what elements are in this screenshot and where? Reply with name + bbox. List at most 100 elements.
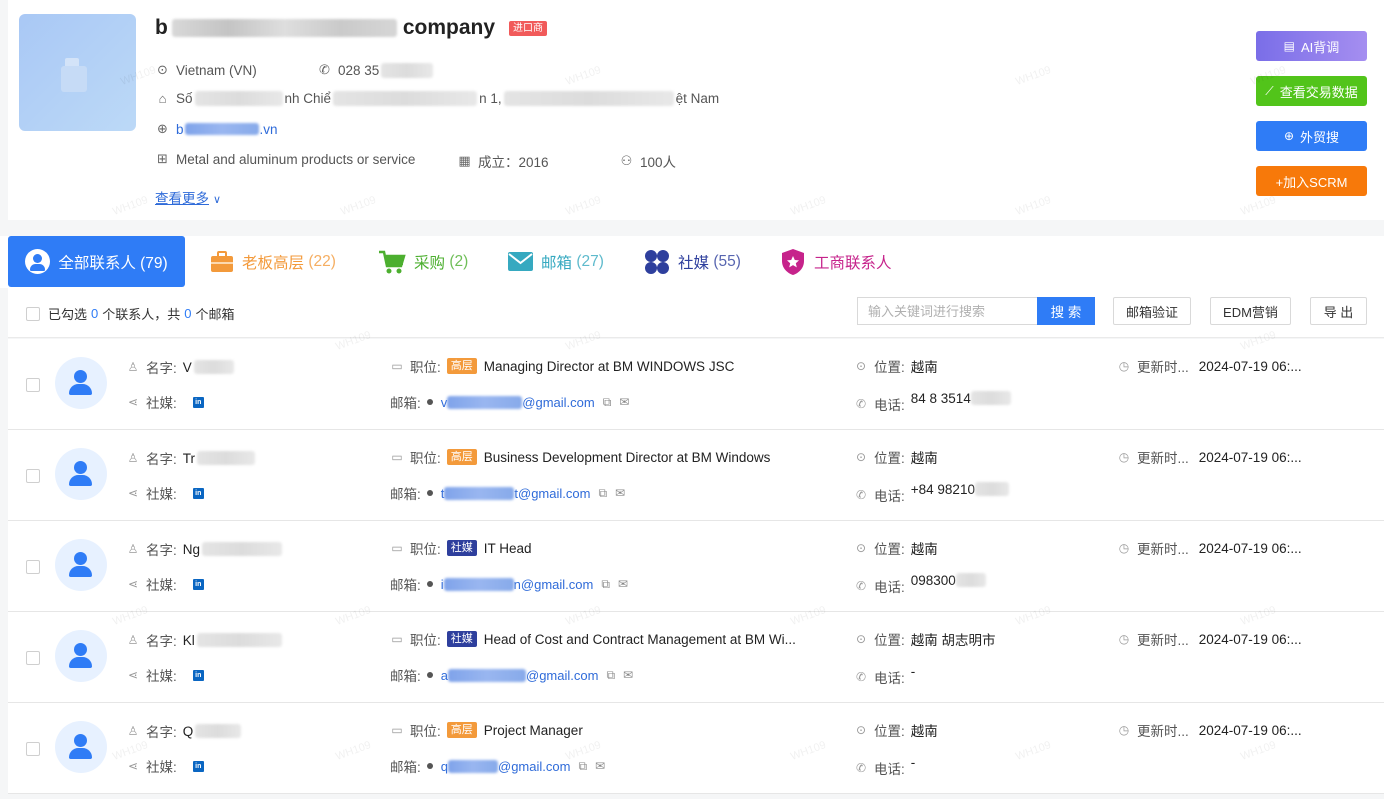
contact-position: ▭ 职位: 高层 Managing Director at BM WINDOWS…: [391, 358, 735, 375]
view-trade-data-button[interactable]: ⟋ 查看交易数据: [1256, 76, 1367, 106]
row-checkbox[interactable]: [26, 742, 40, 756]
phone-icon: ✆: [855, 761, 867, 775]
tab-business-contacts[interactable]: 工商联系人: [780, 236, 892, 287]
contact-social: ⋖ 社媒: in: [126, 574, 204, 594]
copy-icon[interactable]: ⧉: [603, 395, 612, 410]
search-input[interactable]: [857, 297, 1037, 325]
contact-name: ♙ 名字: Ng: [126, 539, 283, 559]
redacted-text: [447, 395, 523, 409]
redacted-text: [444, 486, 515, 500]
row-checkbox[interactable]: [26, 469, 40, 483]
tab-executives[interactable]: 老板高层 (22): [210, 236, 336, 287]
document-icon: ▤: [1283, 39, 1296, 53]
contact-email: 邮箱: a @gmail.com ⧉ ✉: [390, 667, 634, 685]
company-card: b company 进口商 ⊙ Vietnam (VN) ✆ 028 35 ⌂ …: [8, 0, 1384, 220]
tab-all-contacts[interactable]: 全部联系人 (79): [8, 236, 185, 287]
contact-location: ⊙ 位置: 越南: [855, 450, 938, 466]
line-chart-icon: ⟋: [1265, 83, 1274, 98]
redacted-text: [202, 542, 283, 556]
clock-icon: ◷: [1118, 632, 1130, 646]
contact-location: ⊙ 位置: 越南 胡志明市: [855, 632, 996, 648]
mail-icon[interactable]: ✉: [615, 486, 625, 500]
row-checkbox[interactable]: [26, 651, 40, 665]
linkedin-icon[interactable]: in: [192, 578, 204, 590]
mail-icon[interactable]: ✉: [623, 668, 633, 682]
company-address: ⌂ Số nh Chiể n 1, ệt Nam: [156, 91, 719, 106]
contact-location: ⊙ 位置: 越南: [855, 359, 938, 375]
contact-position: ▭ 职位: 高层 Project Manager: [391, 722, 583, 739]
tab-email[interactable]: 邮箱 (27): [508, 236, 604, 287]
redacted-text: [448, 759, 498, 773]
status-dot: [426, 399, 433, 405]
position-badge: 高层: [446, 722, 477, 738]
contact-email: 邮箱: i n@gmail.com ⧉ ✉: [390, 576, 628, 594]
selection-summary: 已勾选 0 个联系人，共 0 个邮箱: [26, 304, 235, 323]
status-dot: [426, 581, 433, 587]
phone-icon: ✆: [319, 62, 330, 77]
keyword-search: 搜 索: [857, 297, 1095, 325]
add-to-scrm-button[interactable]: +加入SCRM: [1256, 166, 1367, 196]
avatar: [55, 539, 107, 591]
globe-icon: ⊕: [1283, 129, 1295, 143]
location-pin-icon: ⊙: [855, 450, 867, 464]
redacted-text: [184, 123, 259, 135]
company-logo: [19, 14, 136, 131]
location-pin-icon: ⊙: [855, 359, 867, 373]
contact-phone: ✆ 电话: -: [855, 754, 916, 778]
company-founded: ▦ 成立：2016: [458, 153, 549, 170]
user-icon: ♙: [127, 724, 139, 738]
ai-background-check-button[interactable]: ▤ AI背调: [1256, 31, 1367, 61]
email-verify-button[interactable]: 邮箱验证: [1113, 297, 1191, 325]
mail-icon[interactable]: ✉: [618, 577, 628, 591]
id-card-icon: ▭: [391, 541, 403, 555]
copy-icon[interactable]: ⧉: [601, 577, 610, 592]
contacts-toolbar: 已勾选 0 个联系人，共 0 个邮箱 搜 索 邮箱验证 EDM营销 导 出: [8, 288, 1384, 338]
chevron-down-icon: ∨: [213, 194, 222, 206]
contact-email: 邮箱: v @gmail.com ⧉ ✉: [390, 394, 630, 412]
mail-icon[interactable]: ✉: [619, 395, 629, 409]
phone-icon: ✆: [855, 670, 867, 684]
redacted-text: [195, 724, 242, 738]
contact-phone: ✆ 电话: +84 98210: [854, 482, 1009, 505]
redacted-text: [381, 62, 434, 78]
linkedin-icon[interactable]: in: [192, 669, 204, 681]
copy-icon[interactable]: ⧉: [606, 668, 615, 683]
contact-row: ♙ 名字: Ng ⋖ 社媒: in ▭ 职位: 社媒 IT Head 邮箱: i…: [8, 521, 1384, 612]
company-country: ⊙ Vietnam (VN): [157, 62, 257, 78]
calendar-icon: ▦: [458, 153, 471, 168]
contact-name: ♙ 名字: V: [126, 357, 234, 377]
linkedin-icon[interactable]: in: [192, 396, 204, 408]
see-more-link[interactable]: 查看更多 ∨: [155, 187, 221, 207]
trade-search-button[interactable]: ⊕ 外贸搜: [1256, 121, 1367, 151]
share-icon: ⋖: [127, 759, 139, 773]
avatar: [55, 630, 107, 682]
four-circles-icon: [644, 249, 670, 275]
select-all-checkbox[interactable]: [26, 306, 40, 321]
contact-email: 邮箱: q @gmail.com ⧉ ✉: [390, 758, 606, 776]
linkedin-icon[interactable]: in: [192, 760, 204, 772]
tab-procurement[interactable]: 采购 (2): [378, 236, 468, 287]
location-pin-icon: ⊙: [855, 723, 867, 737]
redacted-text: [197, 451, 256, 465]
redacted-text: [194, 91, 283, 106]
copy-icon[interactable]: ⧉: [578, 759, 587, 774]
location-pin-icon: ⊙: [855, 632, 867, 646]
clock-icon: ◷: [1118, 541, 1130, 555]
row-checkbox[interactable]: [26, 378, 40, 392]
linkedin-icon[interactable]: in: [192, 487, 204, 499]
share-icon: ⋖: [127, 486, 139, 500]
company-website[interactable]: ⊕ b .vn: [156, 121, 277, 137]
edm-marketing-button[interactable]: EDM营销: [1210, 297, 1291, 325]
contact-position: ▭ 职位: 社媒 IT Head: [391, 540, 532, 557]
mail-icon[interactable]: ✉: [595, 759, 605, 773]
status-dot: [426, 763, 433, 769]
user-icon: ♙: [127, 360, 139, 374]
row-checkbox[interactable]: [26, 560, 40, 574]
redacted-text: [443, 577, 514, 591]
copy-icon[interactable]: ⧉: [598, 486, 607, 501]
tab-social-media[interactable]: 社媒 (55): [644, 236, 741, 287]
export-button[interactable]: 导 出: [1310, 297, 1367, 325]
contact-updated: ◷ 更新时... 2024-07-19 06:...: [1118, 631, 1302, 649]
hierarchy-icon: ⊞: [157, 151, 168, 166]
search-button[interactable]: 搜 索: [1037, 297, 1095, 325]
